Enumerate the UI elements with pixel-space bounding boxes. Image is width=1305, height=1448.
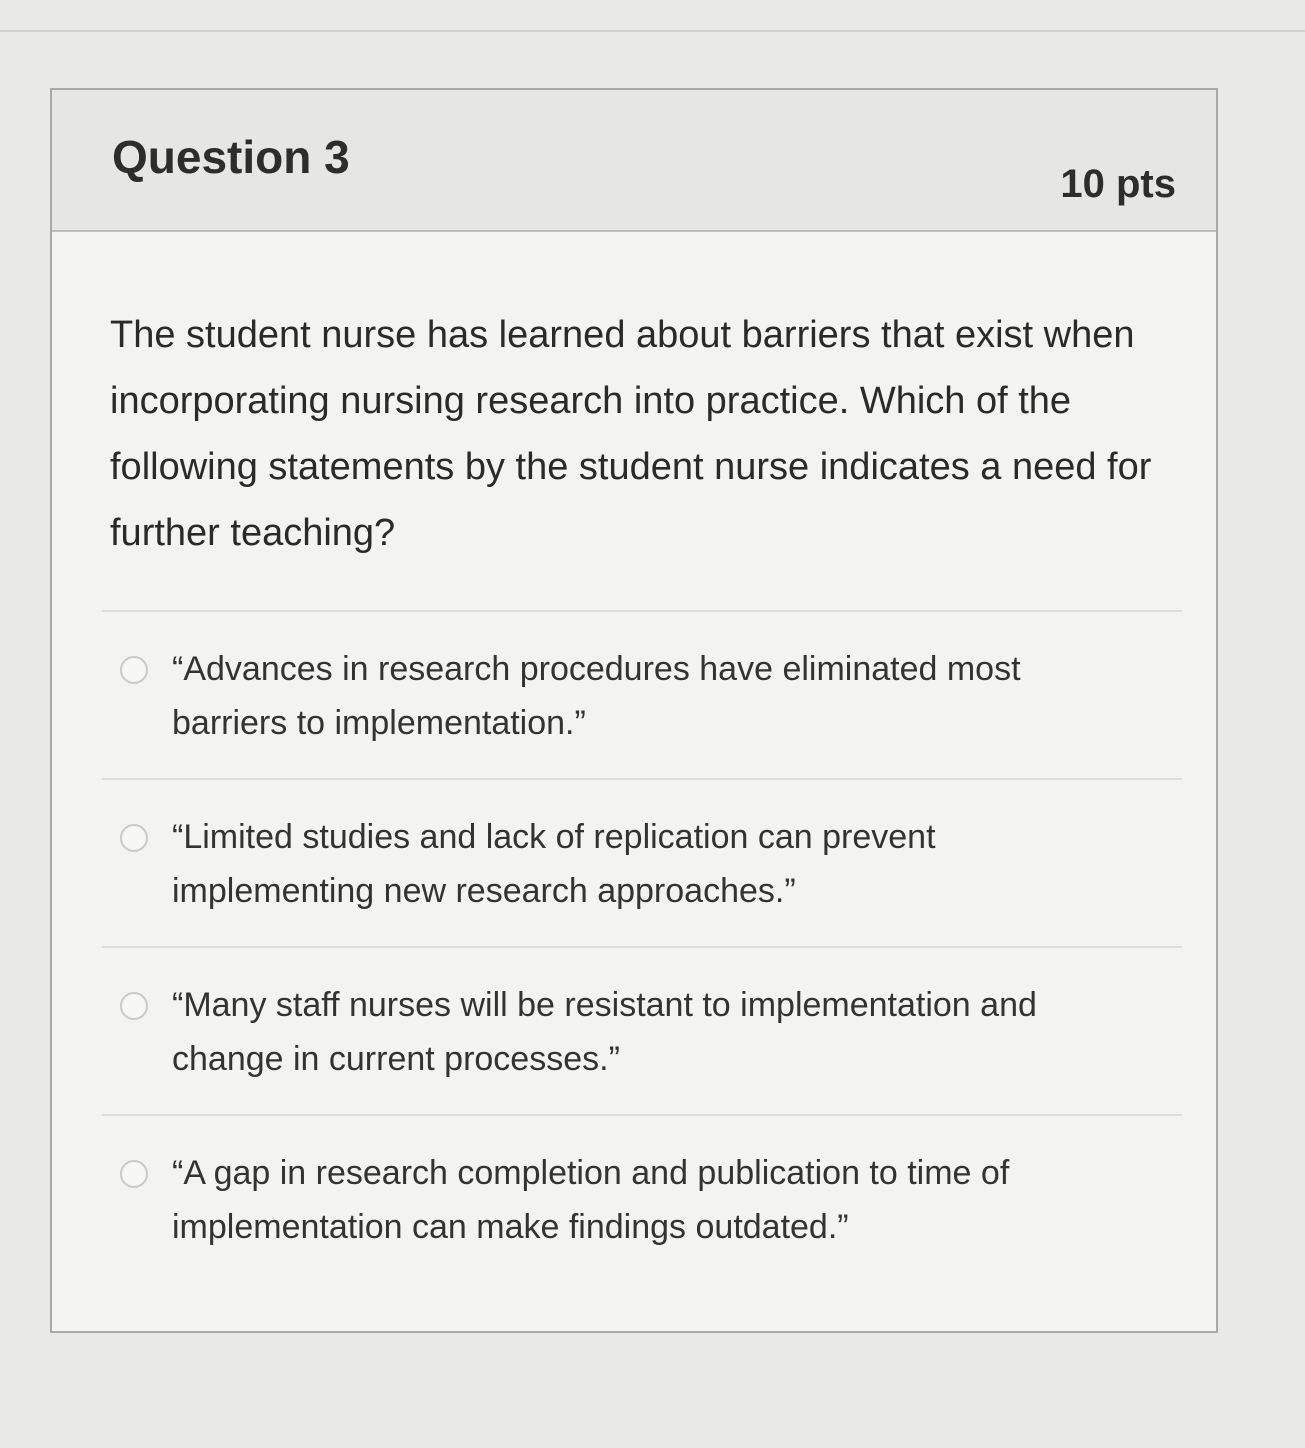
question-title: Question 3 bbox=[112, 131, 350, 183]
answer-option[interactable]: “Advances in research procedures have el… bbox=[102, 610, 1182, 778]
answer-label: “Limited studies and lack of replication… bbox=[172, 818, 936, 910]
question-text: The student nurse has learned about barr… bbox=[110, 314, 1152, 554]
question-header: Question 3 10 pts bbox=[52, 90, 1216, 232]
answer-label: “Many staff nurses will be resistant to … bbox=[172, 986, 1037, 1078]
radio-button[interactable] bbox=[120, 1160, 148, 1188]
answer-option[interactable]: “Many staff nurses will be resistant to … bbox=[102, 946, 1182, 1114]
answer-label: “A gap in research completion and public… bbox=[172, 1154, 1010, 1246]
radio-button[interactable] bbox=[120, 992, 148, 1020]
page-divider bbox=[0, 30, 1305, 32]
radio-button[interactable] bbox=[120, 824, 148, 852]
answer-option[interactable]: “Limited studies and lack of replication… bbox=[102, 778, 1182, 946]
question-points: 10 pts bbox=[1060, 162, 1176, 206]
answer-option[interactable]: “A gap in research completion and public… bbox=[102, 1114, 1182, 1282]
radio-button[interactable] bbox=[120, 656, 148, 684]
answer-list: “Advances in research procedures have el… bbox=[102, 610, 1182, 1282]
answer-label: “Advances in research procedures have el… bbox=[172, 650, 1021, 742]
question-card: Question 3 10 pts The student nurse has … bbox=[50, 88, 1218, 1333]
